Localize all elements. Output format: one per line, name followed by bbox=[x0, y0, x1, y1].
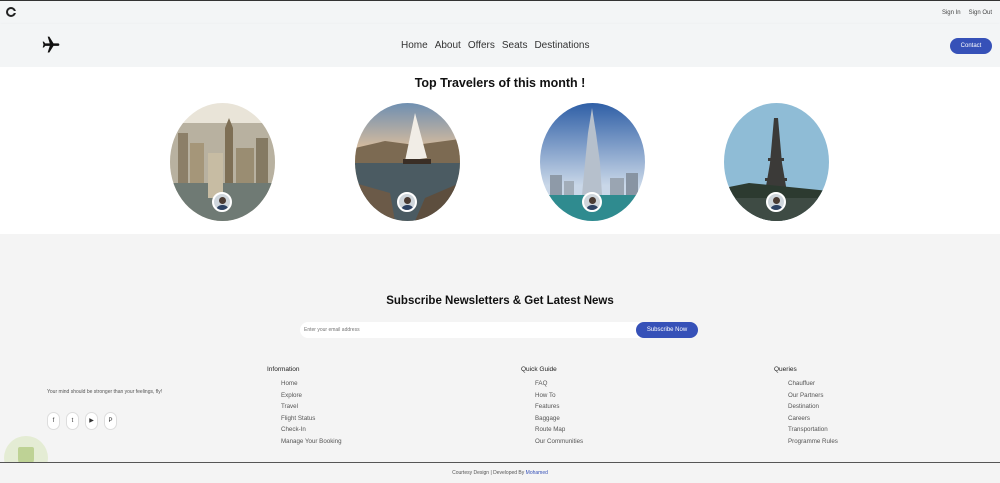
email-input[interactable] bbox=[300, 322, 640, 338]
footer-link[interactable]: Our Partners bbox=[788, 392, 838, 399]
footer-column-information: Information Home Explore Travel Flight S… bbox=[267, 366, 342, 449]
nav-home[interactable]: Home bbox=[401, 40, 428, 51]
twitter-icon[interactable]: t bbox=[66, 412, 79, 430]
traveler-card-dubai[interactable] bbox=[540, 103, 645, 221]
nav-seats[interactable]: Seats bbox=[502, 40, 528, 51]
traveler-card-paris[interactable] bbox=[724, 103, 829, 221]
nav-offers[interactable]: Offers bbox=[468, 40, 495, 51]
footer-link[interactable]: Check-In bbox=[281, 426, 342, 433]
footer-tagline: Your mind should be stronger than your f… bbox=[47, 389, 163, 395]
airplane-logo-icon[interactable] bbox=[40, 35, 62, 55]
footer-link[interactable]: Travel bbox=[281, 403, 342, 410]
social-links: f t ▶ P bbox=[47, 412, 117, 430]
copyright-bar: Courtesy Design | Developed By Mohamed bbox=[0, 462, 1000, 483]
traveler-avatar bbox=[582, 192, 602, 212]
newsletter-title: Subscribe Newsletters & Get Latest News bbox=[386, 295, 614, 307]
footer-link[interactable]: Destination bbox=[788, 403, 838, 410]
column-title: Queries bbox=[774, 366, 797, 373]
column-title: Quick Guide bbox=[521, 366, 557, 373]
footer-column-queries: Queries Chauffuer Our Partners Destinati… bbox=[774, 366, 838, 449]
facebook-icon[interactable]: f bbox=[47, 412, 60, 430]
traveler-card-london[interactable] bbox=[170, 103, 275, 221]
sign-in-link[interactable]: Sign In bbox=[942, 10, 961, 16]
footer-link[interactable]: Chauffuer bbox=[788, 380, 838, 387]
subscribe-button[interactable]: Subscribe Now bbox=[636, 322, 698, 338]
footer-link[interactable]: Programme Rules bbox=[788, 438, 838, 445]
traveler-avatar bbox=[397, 192, 417, 212]
traveler-avatar bbox=[766, 192, 786, 212]
footer-link[interactable]: Features bbox=[535, 403, 583, 410]
traveler-avatar bbox=[212, 192, 232, 212]
auth-links: Sign In Sign Out bbox=[942, 10, 992, 16]
site-logo-icon[interactable] bbox=[6, 7, 16, 17]
pinterest-icon[interactable]: P bbox=[104, 412, 117, 430]
footer-link[interactable]: Flight Status bbox=[281, 415, 342, 422]
nav-about[interactable]: About bbox=[435, 40, 461, 51]
contact-button[interactable]: Contact bbox=[950, 38, 992, 54]
footer-link[interactable]: Our Communities bbox=[535, 438, 583, 445]
top-travelers-section: Top Travelers of this month ! bbox=[0, 67, 1000, 234]
nav-destinations[interactable]: Destinations bbox=[534, 40, 589, 51]
footer-link[interactable]: Transportation bbox=[788, 426, 838, 433]
footer-link[interactable]: FAQ bbox=[535, 380, 583, 387]
footer-link[interactable]: Baggage bbox=[535, 415, 583, 422]
footer-link[interactable]: Route Map bbox=[535, 426, 583, 433]
sign-out-link[interactable]: Sign Out bbox=[969, 10, 992, 16]
footer-link[interactable]: How To bbox=[535, 392, 583, 399]
author-link[interactable]: Mohamed bbox=[526, 470, 548, 476]
youtube-icon[interactable]: ▶ bbox=[85, 412, 98, 430]
traveler-card-nile[interactable] bbox=[355, 103, 460, 221]
nav-menu: Home About Offers Seats Destinations bbox=[401, 40, 589, 51]
newsletter-form: Subscribe Now bbox=[300, 322, 698, 338]
footer-link[interactable]: Manage Your Booking bbox=[281, 438, 342, 445]
footer-link[interactable]: Careers bbox=[788, 415, 838, 422]
footer-link[interactable]: Explore bbox=[281, 392, 342, 399]
top-bar: Sign In Sign Out bbox=[0, 0, 1000, 24]
section-title: Top Travelers of this month ! bbox=[414, 76, 586, 90]
footer-link[interactable]: Home bbox=[281, 380, 342, 387]
main-navbar: Home About Offers Seats Destinations Con… bbox=[0, 24, 1000, 67]
column-title: Information bbox=[267, 366, 300, 373]
copyright-text: Courtesy Design | Developed By bbox=[452, 470, 525, 476]
footer-column-quick-guide: Quick Guide FAQ How To Features Baggage … bbox=[521, 366, 583, 449]
footer: Subscribe Newsletters & Get Latest News … bbox=[0, 234, 1000, 483]
